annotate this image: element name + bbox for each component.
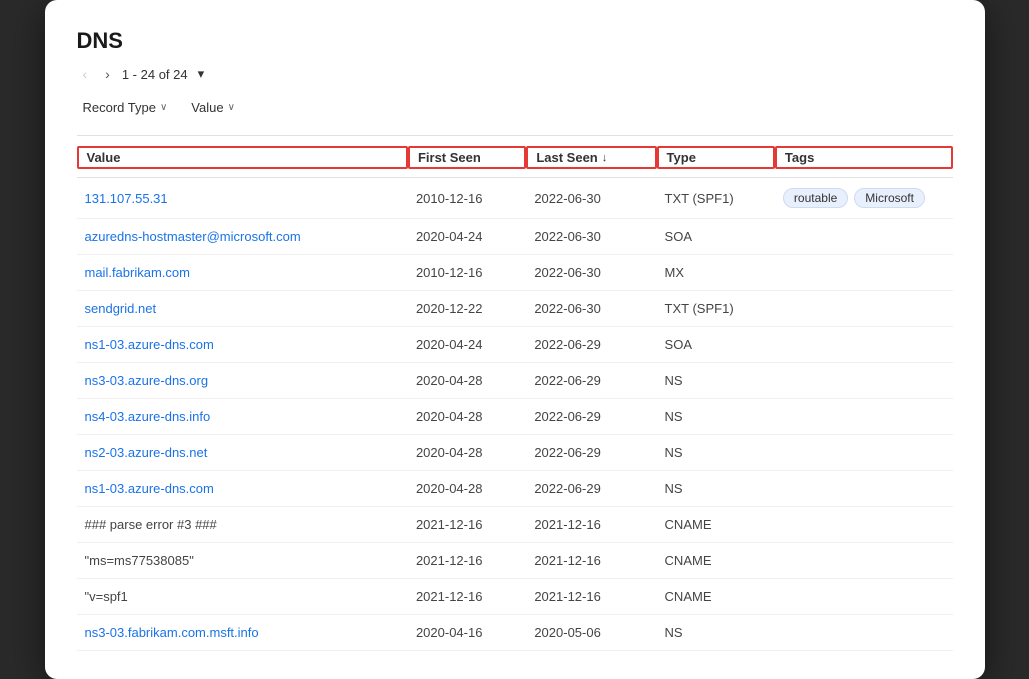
cell-type: CNAME <box>657 517 775 532</box>
table-row: sendgrid.net2020-12-222022-06-30TXT (SPF… <box>77 291 953 327</box>
table-row: azuredns-hostmaster@microsoft.com2020-04… <box>77 219 953 255</box>
col-header-tags: Tags <box>775 146 953 169</box>
cell-last-seen: 2021-12-16 <box>526 553 656 568</box>
cell-type: NS <box>657 409 775 424</box>
cell-value[interactable]: ns1-03.azure-dns.com <box>77 337 408 352</box>
cell-value[interactable]: ns3-03.fabrikam.com.msft.info <box>77 625 408 640</box>
record-type-filter-label: Record Type <box>83 100 156 115</box>
cell-value: "ms=ms77538085" <box>77 553 408 568</box>
cell-value: ### parse error #3 ### <box>77 517 408 532</box>
cell-last-seen: 2022-06-30 <box>526 265 656 280</box>
filters-row: Record Type ∨ Value ∨ <box>77 96 953 119</box>
cell-type: MX <box>657 265 775 280</box>
value-filter-label: Value <box>191 100 223 115</box>
cell-first-seen: 2020-04-28 <box>408 445 526 460</box>
table-row: mail.fabrikam.com2010-12-162022-06-30MX <box>77 255 953 291</box>
page-count: 1 - 24 of 24 <box>122 67 188 82</box>
cell-first-seen: 2021-12-16 <box>408 517 526 532</box>
table-row: ns2-03.azure-dns.net2020-04-282022-06-29… <box>77 435 953 471</box>
table-row: "ms=ms77538085"2021-12-162021-12-16CNAME <box>77 543 953 579</box>
col-header-type: Type <box>657 146 775 169</box>
cell-type: CNAME <box>657 553 775 568</box>
table-body: 131.107.55.312010-12-162022-06-30TXT (SP… <box>77 178 953 651</box>
cell-type: TXT (SPF1) <box>657 301 775 316</box>
cell-value[interactable]: 131.107.55.31 <box>77 191 408 206</box>
cell-value[interactable]: ns1-03.azure-dns.com <box>77 481 408 496</box>
value-chevron-icon: ∨ <box>228 102 235 113</box>
table-container: Value First Seen Last Seen ↓ Type Tags 1… <box>77 135 953 651</box>
cell-first-seen: 2020-04-28 <box>408 481 526 496</box>
table-row: ns1-03.azure-dns.com2020-04-282022-06-29… <box>77 471 953 507</box>
cell-value: "v=spf1 <box>77 589 408 604</box>
cell-type: NS <box>657 445 775 460</box>
cell-last-seen: 2020-05-06 <box>526 625 656 640</box>
table-row: ns4-03.azure-dns.info2020-04-282022-06-2… <box>77 399 953 435</box>
cell-type: NS <box>657 481 775 496</box>
cell-last-seen: 2022-06-29 <box>526 409 656 424</box>
table-row: ns1-03.azure-dns.com2020-04-242022-06-29… <box>77 327 953 363</box>
cell-first-seen: 2020-04-16 <box>408 625 526 640</box>
sort-icon: ↓ <box>602 152 608 164</box>
cell-last-seen: 2022-06-29 <box>526 337 656 352</box>
col-header-value: Value <box>77 146 408 169</box>
cell-type: SOA <box>657 337 775 352</box>
cell-value[interactable]: sendgrid.net <box>77 301 408 316</box>
tag-badge[interactable]: Microsoft <box>854 188 925 208</box>
cell-last-seen: 2021-12-16 <box>526 517 656 532</box>
next-page-button[interactable]: › <box>99 64 116 84</box>
cell-type: NS <box>657 625 775 640</box>
table-row: "v=spf12021-12-162021-12-16CNAME <box>77 579 953 615</box>
col-header-last-seen[interactable]: Last Seen ↓ <box>526 146 656 169</box>
table-row: ns3-03.fabrikam.com.msft.info2020-04-162… <box>77 615 953 651</box>
cell-value[interactable]: azuredns-hostmaster@microsoft.com <box>77 229 408 244</box>
cell-last-seen: 2022-06-30 <box>526 301 656 316</box>
cell-last-seen: 2022-06-29 <box>526 373 656 388</box>
cell-last-seen: 2022-06-29 <box>526 445 656 460</box>
tag-badge[interactable]: routable <box>783 188 848 208</box>
cell-first-seen: 2020-04-28 <box>408 373 526 388</box>
prev-page-button[interactable]: ‹ <box>77 64 94 84</box>
cell-value[interactable]: ns3-03.azure-dns.org <box>77 373 408 388</box>
page-title: DNS <box>77 28 953 54</box>
cell-tags: routable Microsoft <box>775 188 953 208</box>
cell-value[interactable]: mail.fabrikam.com <box>77 265 408 280</box>
cell-last-seen: 2022-06-30 <box>526 191 656 206</box>
cell-first-seen: 2020-04-24 <box>408 337 526 352</box>
cell-type: SOA <box>657 229 775 244</box>
cell-last-seen: 2022-06-30 <box>526 229 656 244</box>
cell-first-seen: 2010-12-16 <box>408 265 526 280</box>
table-header: Value First Seen Last Seen ↓ Type Tags <box>77 136 953 178</box>
col-header-first-seen: First Seen <box>408 146 526 169</box>
pagination-row: ‹ › 1 - 24 of 24 ▾ <box>77 64 953 84</box>
cell-first-seen: 2010-12-16 <box>408 191 526 206</box>
cell-first-seen: 2020-12-22 <box>408 301 526 316</box>
table-row: ns3-03.azure-dns.org2020-04-282022-06-29… <box>77 363 953 399</box>
cell-first-seen: 2020-04-28 <box>408 409 526 424</box>
cell-type: TXT (SPF1) <box>657 191 775 206</box>
cell-last-seen: 2022-06-29 <box>526 481 656 496</box>
cell-last-seen: 2021-12-16 <box>526 589 656 604</box>
table-row: 131.107.55.312010-12-162022-06-30TXT (SP… <box>77 178 953 219</box>
cell-value[interactable]: ns2-03.azure-dns.net <box>77 445 408 460</box>
cell-type: CNAME <box>657 589 775 604</box>
cell-first-seen: 2021-12-16 <box>408 553 526 568</box>
record-type-filter-button[interactable]: Record Type ∨ <box>77 96 174 119</box>
page-dropdown-button[interactable]: ▾ <box>194 64 209 84</box>
cell-first-seen: 2020-04-24 <box>408 229 526 244</box>
record-type-chevron-icon: ∨ <box>160 102 167 113</box>
main-window: DNS ‹ › 1 - 24 of 24 ▾ Record Type ∨ Val… <box>45 0 985 679</box>
table-row: ### parse error #3 ###2021-12-162021-12-… <box>77 507 953 543</box>
value-filter-button[interactable]: Value ∨ <box>185 96 241 119</box>
cell-type: NS <box>657 373 775 388</box>
cell-value[interactable]: ns4-03.azure-dns.info <box>77 409 408 424</box>
cell-first-seen: 2021-12-16 <box>408 589 526 604</box>
